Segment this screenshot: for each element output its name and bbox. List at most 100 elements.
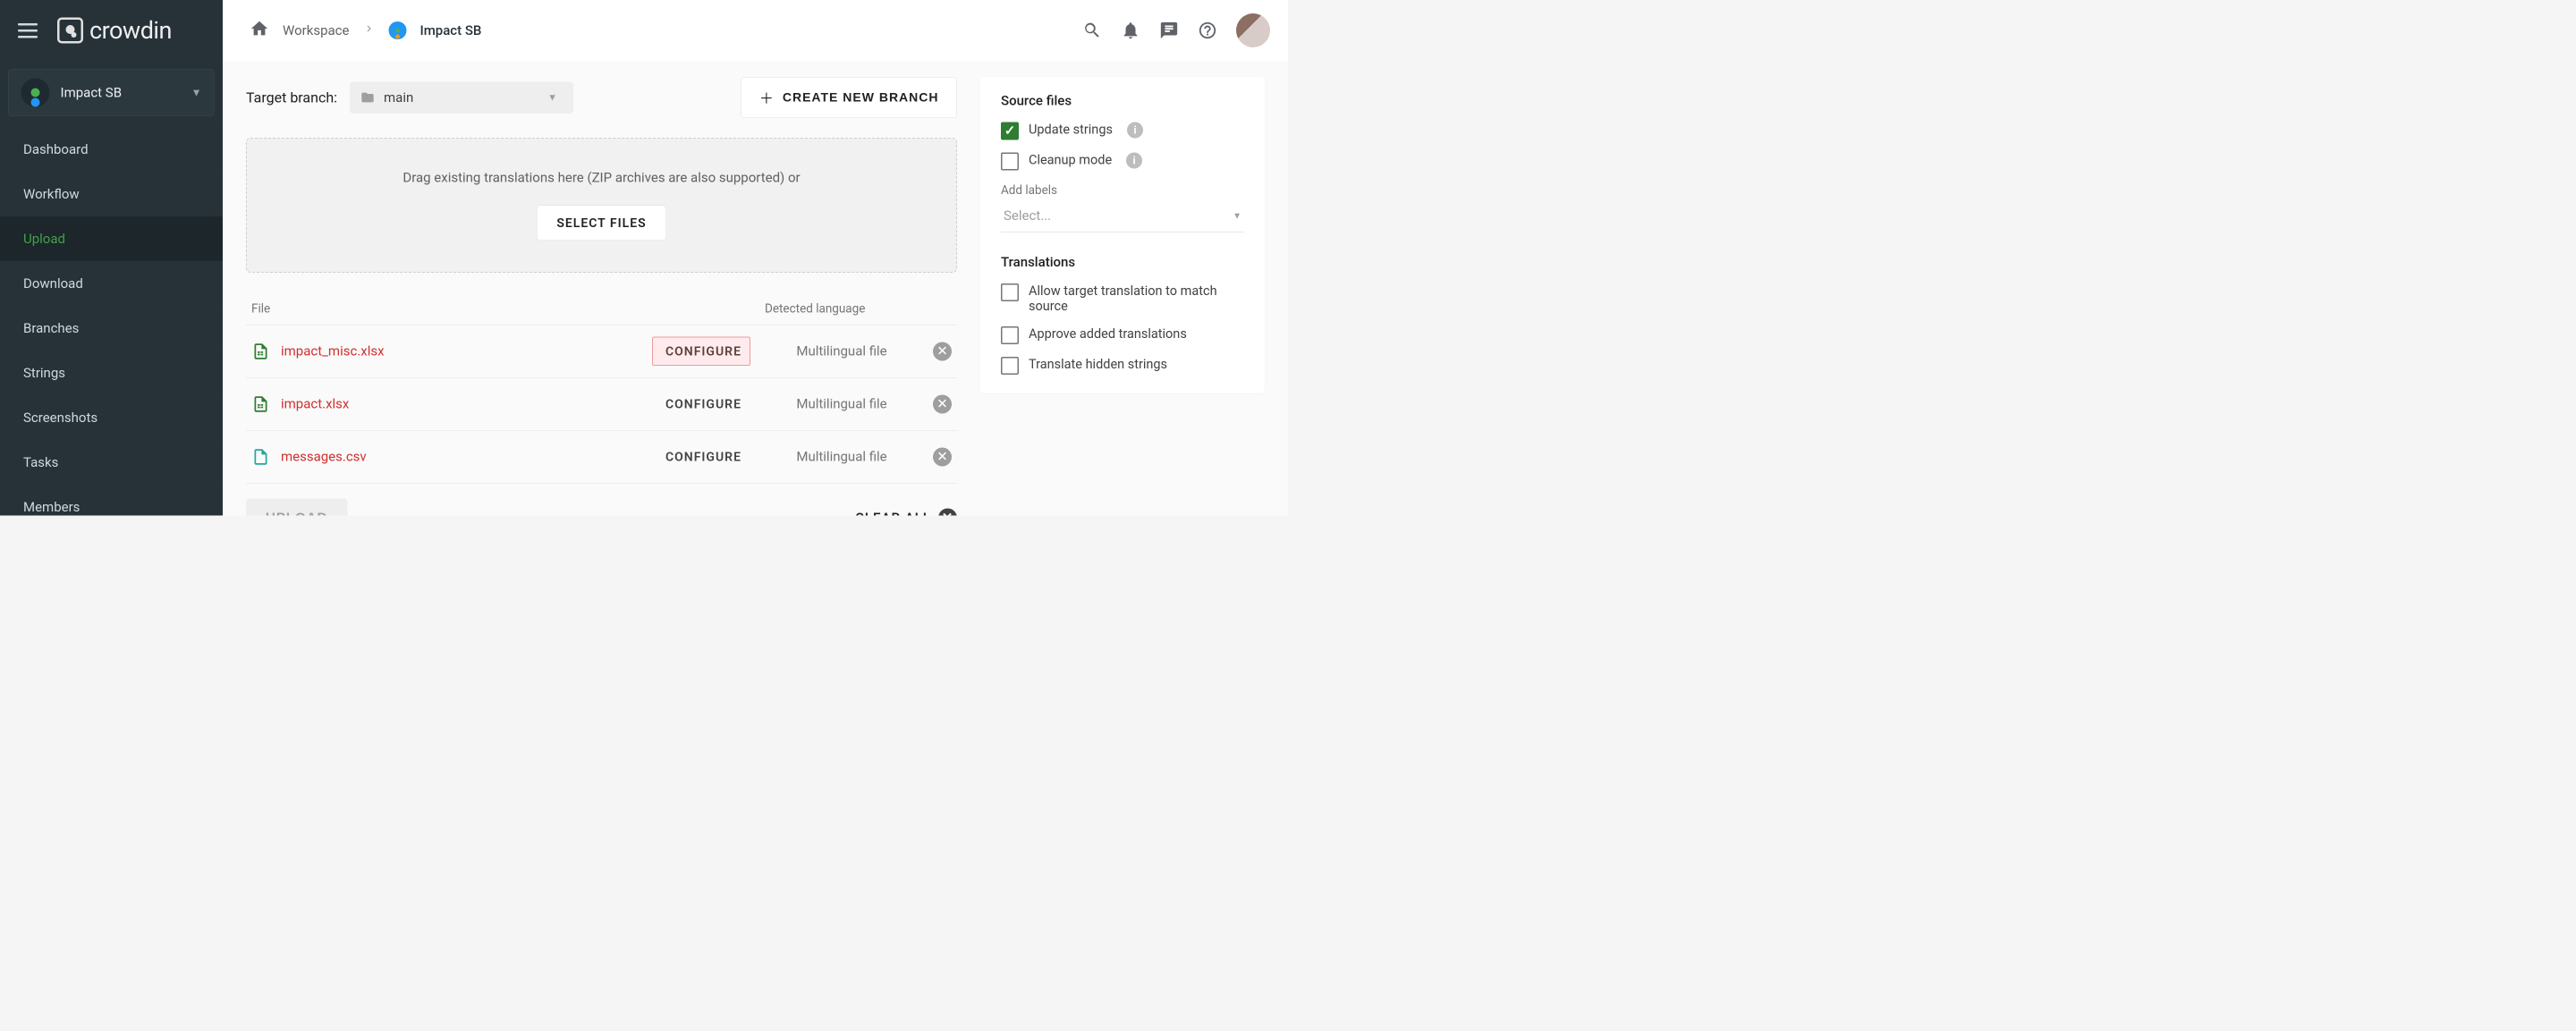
help-icon[interactable] [1198,21,1217,40]
select-files-button[interactable]: SELECT FILES [537,206,666,241]
configure-button[interactable]: CONFIGURE [652,337,750,367]
table-actions: UPLOAD CLEAR ALL ✕ [246,499,957,516]
col-file-header: File [251,301,765,316]
brand-logo[interactable]: crowdin [57,16,172,45]
update-strings-checkbox[interactable]: Update strings i [1001,123,1244,140]
cleanup-mode-checkbox[interactable]: Cleanup mode i [1001,153,1244,171]
settings-panel: Source files Update strings i Cleanup mo… [980,77,1265,393]
file-name[interactable]: messages.csv [281,449,652,465]
plus-icon: ＋ [759,88,775,108]
upload-panel: Target branch: main ▼ ＋ CREATE NEW BRANC… [246,77,957,500]
cleanup-mode-label: Cleanup mode [1029,153,1112,168]
translations-title: Translations [1001,255,1244,271]
project-avatar-icon [21,79,50,107]
dropzone-hint: Drag existing translations here (ZIP arc… [265,170,938,186]
allow-target-label: Allow target translation to match source [1029,283,1244,314]
sidebar-item-download[interactable]: Download [0,261,223,306]
topbar-left-dark: crowdin [0,0,223,61]
checkbox-icon [1001,326,1019,344]
checkbox-icon [1001,357,1019,375]
user-avatar[interactable] [1236,13,1270,47]
checkbox-icon [1001,153,1019,171]
sidebar-item-members[interactable]: Members [0,485,223,529]
upload-button[interactable]: UPLOAD [246,499,347,516]
allow-target-checkbox[interactable]: Allow target translation to match source [1001,283,1244,314]
col-detected-header: Detected language [765,301,865,316]
close-icon: ✕ [938,509,957,516]
create-branch-label: CREATE NEW BRANCH [783,90,939,105]
translate-hidden-label: Translate hidden strings [1029,357,1167,372]
source-files-title: Source files [1001,93,1244,109]
source-files-section: Source files Update strings i Cleanup mo… [1001,93,1244,235]
csv-file-icon: CSV [251,447,270,466]
chevron-down-icon: ▼ [1233,210,1241,222]
svg-text:CSV: CSV [256,459,266,464]
sidebar-item-upload[interactable]: Upload [0,216,223,261]
table-row: impact_misc.xlsx CONFIGURE Multilingual … [246,325,957,377]
project-selector[interactable]: Impact SB ▼ [8,69,215,116]
sidebar-item-workflow[interactable]: Workflow [0,172,223,216]
clear-all-label: CLEAR ALL [855,510,931,515]
remove-file-button[interactable]: ✕ [933,342,952,360]
detected-language: Multilingual file [750,449,933,465]
home-icon[interactable] [250,19,269,42]
project-selector-label: Impact SB [61,85,181,101]
logo-mark-icon [57,18,83,44]
sidebar-item-tasks[interactable]: Tasks [0,440,223,485]
remove-file-button[interactable]: ✕ [933,394,952,413]
file-name[interactable]: impact_misc.xlsx [281,343,652,359]
sidebar-item-strings[interactable]: Strings [0,351,223,395]
topbar: crowdin Workspace Impact SB [0,0,1288,61]
detected-language: Multilingual file [750,396,933,412]
update-strings-label: Update strings [1029,123,1113,138]
chat-icon[interactable] [1159,21,1179,40]
sidebar-item-screenshots[interactable]: Screenshots [0,395,223,440]
branch-label: Target branch: [246,89,337,106]
info-icon[interactable]: i [1126,153,1142,169]
brand-name: crowdin [89,16,172,45]
labels-select[interactable]: Select... ▼ [1001,203,1244,232]
file-name[interactable]: impact.xlsx [281,396,652,412]
main-content: Target branch: main ▼ ＋ CREATE NEW BRANC… [223,61,1288,516]
info-icon[interactable]: i [1127,123,1143,139]
translations-section: Translations Allow target translation to… [1001,255,1244,378]
sidebar: Impact SB ▼ Dashboard Workflow Upload Do… [0,61,223,516]
topbar-actions [1082,13,1270,47]
table-row: CSV messages.csv CONFIGURE Multilingual … [246,430,957,484]
branch-selector[interactable]: main ▼ [350,81,573,114]
xlsx-file-icon [251,394,270,413]
remove-file-button[interactable]: ✕ [933,447,952,466]
file-table: File Detected language impact_misc.xlsx … [246,292,957,484]
branch-value: main [384,89,413,106]
chevron-right-icon [362,22,375,38]
approve-added-checkbox[interactable]: Approve added translations [1001,326,1244,344]
chevron-down-icon: ▼ [191,86,202,99]
checkbox-icon [1001,123,1019,140]
branch-row: Target branch: main ▼ ＋ CREATE NEW BRANC… [246,77,957,118]
clear-all-button[interactable]: CLEAR ALL ✕ [855,509,957,516]
dropzone[interactable]: Drag existing translations here (ZIP arc… [246,138,957,273]
file-table-head: File Detected language [246,292,957,325]
breadcrumb: Workspace Impact SB [250,19,481,42]
project-avatar-icon [388,21,406,39]
detected-language: Multilingual file [750,343,933,359]
search-icon[interactable] [1082,21,1102,40]
labels-select-placeholder: Select... [1004,208,1051,224]
table-row: impact.xlsx CONFIGURE Multilingual file … [246,377,957,430]
checkbox-icon [1001,283,1019,301]
folder-icon [360,90,375,105]
configure-button[interactable]: CONFIGURE [652,390,750,419]
sidebar-item-dashboard[interactable]: Dashboard [0,127,223,172]
xlsx-file-icon [251,342,270,360]
configure-button[interactable]: CONFIGURE [652,443,750,472]
create-branch-button[interactable]: ＋ CREATE NEW BRANCH [741,77,957,118]
sidebar-item-branches[interactable]: Branches [0,306,223,351]
chevron-down-icon: ▼ [547,92,557,104]
add-labels-label: Add labels [1001,183,1244,198]
breadcrumb-workspace[interactable]: Workspace [283,22,349,38]
breadcrumb-project: Impact SB [419,22,481,38]
approve-added-label: Approve added translations [1029,326,1187,342]
bell-icon[interactable] [1121,21,1140,40]
menu-icon[interactable] [18,19,41,42]
translate-hidden-checkbox[interactable]: Translate hidden strings [1001,357,1244,375]
